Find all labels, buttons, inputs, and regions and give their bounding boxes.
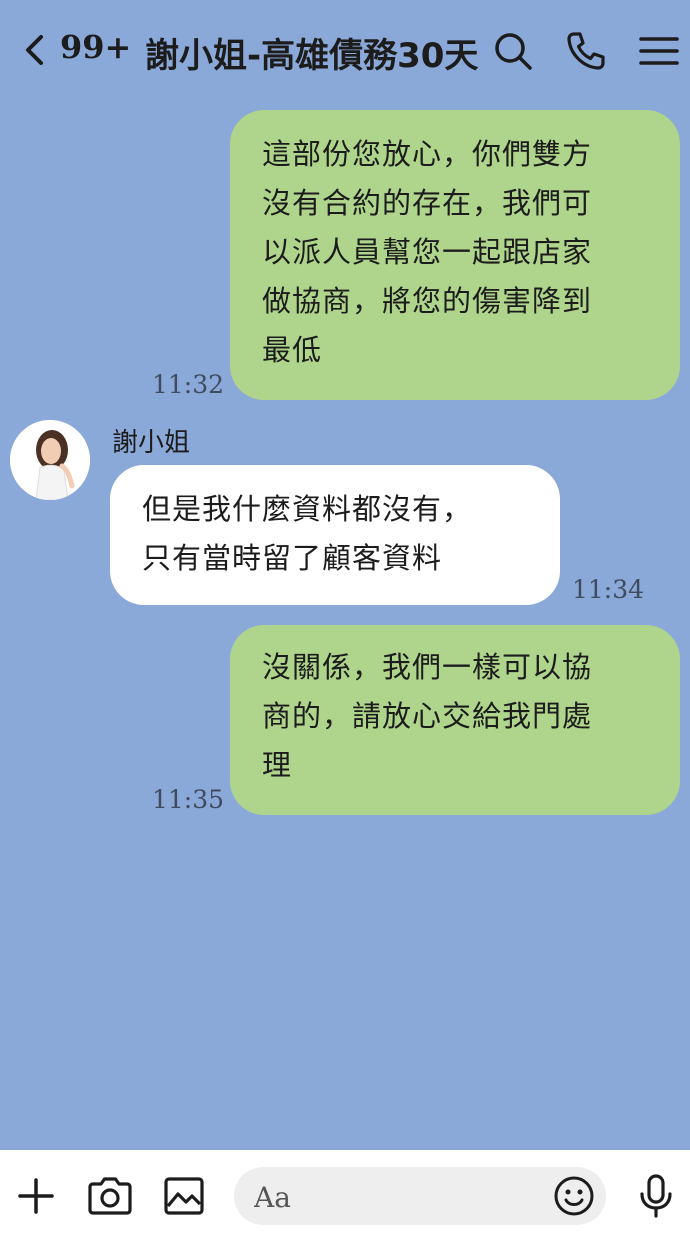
message-timestamp: 11:32	[152, 370, 225, 399]
message-line: 理	[262, 748, 293, 782]
camera-icon	[88, 1177, 132, 1215]
chat-title[interactable]: 謝小姐-高雄債務30天	[145, 28, 480, 77]
message-timestamp: 11:34	[572, 575, 645, 604]
voice-button[interactable]	[632, 1172, 680, 1220]
message-text: 但是我什麼資料都沒有， 只有當時留了顧客資料	[142, 485, 542, 583]
avatar[interactable]	[10, 420, 90, 500]
contact-avatar-icon	[10, 420, 90, 500]
message-line: 這部份您放心，你們雙方	[262, 137, 593, 171]
menu-icon	[639, 37, 679, 65]
image-icon	[164, 1177, 204, 1215]
message-text: 這部份您放心，你們雙方 沒有合約的存在，我們可 以派人員幫您一起跟店家 做協商，…	[262, 130, 662, 375]
message-line: 沒關係，我們一樣可以協	[262, 650, 593, 684]
message-text: 沒關係，我們一樣可以協 商的，請放心交給我門處 理	[262, 643, 662, 790]
message-line: 沒有合約的存在，我們可	[262, 186, 593, 220]
message-line: 只有當時留了顧客資料	[142, 541, 443, 575]
message-line: 做協商，將您的傷害降到	[262, 284, 593, 318]
message-line: 但是我什麼資料都沒有，	[142, 492, 473, 526]
message-input[interactable]	[252, 1175, 546, 1219]
chat-header: 99+ 謝小姐-高雄債務30天	[0, 0, 690, 100]
message-timestamp: 11:35	[152, 785, 225, 814]
message-composer-bar	[0, 1150, 690, 1242]
add-button[interactable]	[12, 1172, 60, 1220]
sender-name: 謝小姐	[112, 428, 191, 458]
message-line: 商的，請放心交給我門處	[262, 699, 593, 733]
message-input-container[interactable]	[234, 1167, 606, 1225]
message-bubble-received[interactable]: 但是我什麼資料都沒有， 只有當時留了顧客資料	[110, 465, 560, 605]
search-icon	[495, 33, 532, 70]
menu-button[interactable]	[638, 30, 680, 72]
message-line: 最低	[262, 333, 323, 367]
emoji-icon	[554, 1176, 594, 1216]
message-line: 以派人員幫您一起跟店家	[262, 235, 593, 269]
image-button[interactable]	[160, 1172, 208, 1220]
chevron-left-icon	[26, 35, 43, 65]
back-button[interactable]	[22, 30, 62, 70]
camera-button[interactable]	[86, 1172, 134, 1220]
message-bubble-sent[interactable]: 這部份您放心，你們雙方 沒有合約的存在，我們可 以派人員幫您一起跟店家 做協商，…	[230, 110, 680, 400]
emoji-button[interactable]	[552, 1174, 596, 1218]
plus-icon	[18, 1178, 54, 1214]
microphone-icon	[640, 1174, 672, 1218]
phone-icon	[567, 32, 605, 70]
call-button[interactable]	[565, 30, 607, 72]
message-bubble-sent[interactable]: 沒關係，我們一樣可以協 商的，請放心交給我門處 理	[230, 625, 680, 815]
unread-count[interactable]: 99+	[60, 28, 131, 66]
search-button[interactable]	[492, 30, 534, 72]
